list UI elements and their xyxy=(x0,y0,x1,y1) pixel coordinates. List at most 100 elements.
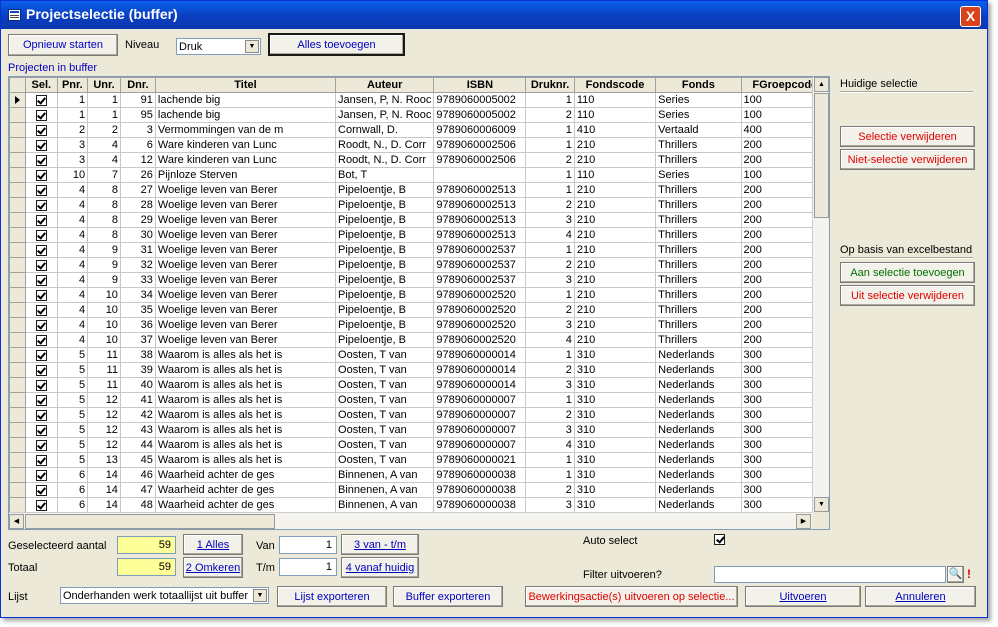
table-cell[interactable]: Woelige leven van Berer xyxy=(154,317,337,333)
scroll-down-icon[interactable]: ▼ xyxy=(814,497,829,512)
table-cell[interactable]: 33 xyxy=(119,272,156,288)
column-header[interactable]: ISBN xyxy=(433,77,527,93)
table-row[interactable]: 4 9 33 Woelige leven van Berer Pipeloentje, … xyxy=(9,272,829,288)
table-cell[interactable]: Series xyxy=(655,167,742,183)
table-cell[interactable]: 10 xyxy=(87,332,121,348)
sel-cell[interactable] xyxy=(25,92,58,108)
table-cell[interactable]: 4 xyxy=(525,437,575,453)
table-cell[interactable]: 8 xyxy=(87,212,121,228)
row-selector[interactable] xyxy=(9,107,26,123)
table-row[interactable]: 2 2 3 Vermommingen van de m Cornwall, D. 9789… xyxy=(9,122,829,138)
table-cell[interactable]: 310 xyxy=(573,362,657,378)
table-cell[interactable]: Pipeloentje, B xyxy=(335,242,435,258)
table-cell[interactable]: 2 xyxy=(525,152,575,168)
table-cell[interactable]: Waarom is alles als het is xyxy=(154,347,337,363)
table-cell[interactable]: 9789060002506 xyxy=(433,152,527,168)
table-cell[interactable]: 4 xyxy=(56,257,89,273)
table-cell[interactable]: 47 xyxy=(119,482,156,498)
table-cell[interactable]: Thrillers xyxy=(655,302,742,318)
sel-cell[interactable] xyxy=(25,152,58,168)
sel-checkbox[interactable] xyxy=(35,334,47,346)
table-cell[interactable]: Jansen, P, N. Rooc xyxy=(335,107,435,123)
aan-selectie-toevoegen-button[interactable]: Aan selectie toevoegen xyxy=(840,262,975,283)
table-cell[interactable]: 9789060002513 xyxy=(433,182,527,198)
auto-select-checkbox[interactable] xyxy=(714,534,725,545)
horizontal-scrollbar[interactable]: ◀ ▶ xyxy=(9,512,812,529)
table-cell[interactable]: Nederlands xyxy=(655,467,742,483)
table-cell[interactable]: 1 xyxy=(525,92,575,108)
sel-cell[interactable] xyxy=(25,497,58,513)
table-cell[interactable]: 10 xyxy=(87,302,121,318)
sel-cell[interactable] xyxy=(25,167,58,183)
table-row[interactable]: 4 8 27 Woelige leven van Berer Pipeloentje, … xyxy=(9,182,829,198)
table-cell[interactable]: 9789060002537 xyxy=(433,242,527,258)
table-cell[interactable]: 9789060000007 xyxy=(433,407,527,423)
table-cell[interactable]: 310 xyxy=(573,392,657,408)
table-cell[interactable]: 3 xyxy=(525,422,575,438)
table-row[interactable]: 6 14 46 Waarheid achter de ges Binnenen, A v… xyxy=(9,467,829,483)
row-selector[interactable] xyxy=(9,332,26,348)
table-cell[interactable]: 11 xyxy=(87,377,121,393)
table-cell[interactable]: Woelige leven van Berer xyxy=(154,332,337,348)
table-cell[interactable]: Pipeloentje, B xyxy=(335,212,435,228)
table-cell[interactable]: 9789060002513 xyxy=(433,212,527,228)
table-cell[interactable]: 44 xyxy=(119,437,156,453)
row-selector[interactable] xyxy=(9,482,26,498)
table-cell[interactable]: 210 xyxy=(573,287,657,303)
sel-checkbox[interactable] xyxy=(35,409,47,421)
table-cell[interactable]: 11 xyxy=(87,347,121,363)
uit-selectie-verwijderen-button[interactable]: Uit selectie verwijderen xyxy=(840,285,975,306)
table-cell[interactable]: 310 xyxy=(573,407,657,423)
table-cell[interactable]: 210 xyxy=(573,257,657,273)
table-cell[interactable]: 39 xyxy=(119,362,156,378)
scroll-right-icon[interactable]: ▶ xyxy=(796,514,811,529)
column-header[interactable]: Pnr. xyxy=(56,77,89,93)
table-cell[interactable]: 43 xyxy=(119,422,156,438)
table-cell[interactable]: 5 xyxy=(56,437,89,453)
table-cell[interactable]: 3 xyxy=(525,272,575,288)
sel-checkbox[interactable] xyxy=(35,214,47,226)
table-cell[interactable]: 14 xyxy=(87,482,121,498)
alles-toevoegen-button[interactable]: Alles toevoegen xyxy=(268,33,405,56)
table-cell[interactable]: 5 xyxy=(56,407,89,423)
table-cell[interactable]: 7 xyxy=(87,167,121,183)
table-cell[interactable]: 210 xyxy=(573,242,657,258)
row-selector[interactable] xyxy=(9,197,26,213)
table-cell[interactable]: Woelige leven van Berer xyxy=(154,227,337,243)
table-cell[interactable]: Woelige leven van Berer xyxy=(154,182,337,198)
table-row[interactable]: 6 14 48 Waarheid achter de ges Binnenen, A v… xyxy=(9,497,829,513)
table-cell[interactable]: 6 xyxy=(56,482,89,498)
table-cell[interactable]: 41 xyxy=(119,392,156,408)
table-cell[interactable]: 4 xyxy=(56,212,89,228)
vanaf-huidig-button[interactable]: 4 vanaf huidig xyxy=(341,557,419,578)
row-selector[interactable] xyxy=(9,347,26,363)
table-cell[interactable]: Nederlands xyxy=(655,377,742,393)
sel-cell[interactable] xyxy=(25,227,58,243)
table-row[interactable]: 5 12 42 Waarom is alles als het is Oosten, T… xyxy=(9,407,829,423)
table-cell[interactable]: Pipeloentje, B xyxy=(335,272,435,288)
table-cell[interactable]: 10 xyxy=(87,287,121,303)
table-cell[interactable]: 26 xyxy=(119,167,156,183)
table-cell[interactable]: Pipeloentje, B xyxy=(335,197,435,213)
sel-checkbox[interactable] xyxy=(35,454,47,466)
sel-cell[interactable] xyxy=(25,467,58,483)
table-cell[interactable]: Pipeloentje, B xyxy=(335,287,435,303)
sel-checkbox[interactable] xyxy=(35,169,47,181)
table-cell[interactable]: Oosten, T van xyxy=(335,422,435,438)
table-row[interactable]: 4 10 37 Woelige leven van Berer Pipeloentje,… xyxy=(9,332,829,348)
table-cell[interactable]: Nederlands xyxy=(655,347,742,363)
table-row[interactable]: 4 9 31 Woelige leven van Berer Pipeloentje, … xyxy=(9,242,829,258)
table-cell[interactable]: Roodt, N., D. Corr xyxy=(335,137,435,153)
sel-checkbox[interactable] xyxy=(35,424,47,436)
scroll-up-icon[interactable]: ▲ xyxy=(814,77,829,92)
sel-checkbox[interactable] xyxy=(35,379,47,391)
table-cell[interactable]: 5 xyxy=(56,347,89,363)
sel-checkbox[interactable] xyxy=(35,229,47,241)
table-cell[interactable]: Nederlands xyxy=(655,437,742,453)
sel-cell[interactable] xyxy=(25,212,58,228)
table-row[interactable]: 4 10 34 Woelige leven van Berer Pipeloentje,… xyxy=(9,287,829,303)
table-cell[interactable]: 4 xyxy=(56,287,89,303)
table-cell[interactable]: Ware kinderen van Lunc xyxy=(154,152,337,168)
table-cell[interactable]: 2 xyxy=(525,107,575,123)
sel-cell[interactable] xyxy=(25,302,58,318)
